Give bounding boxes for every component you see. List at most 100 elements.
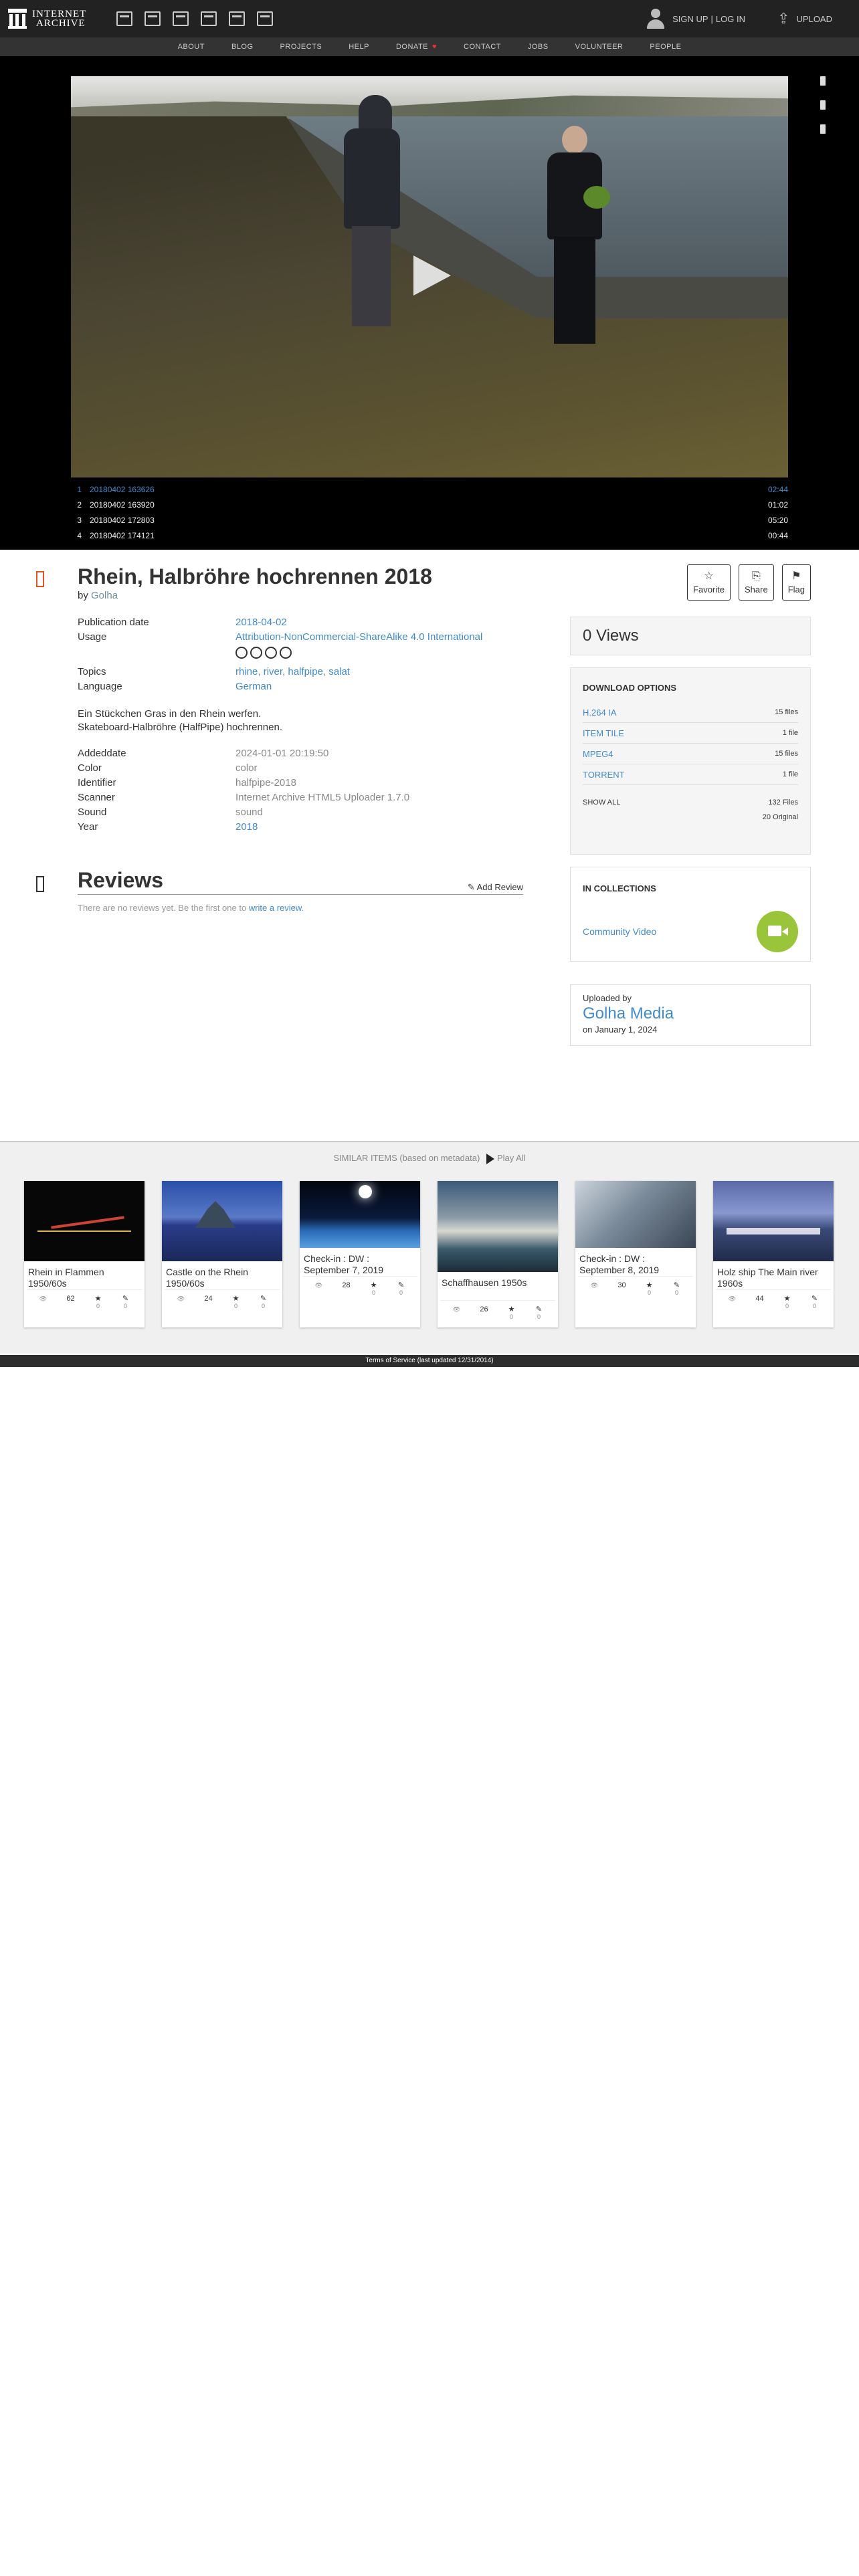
playlist-item[interactable]: 3 20180402 172803 05:20: [71, 512, 788, 528]
upload-icon: ⇪: [777, 10, 790, 27]
video-camera-icon[interactable]: [757, 911, 798, 952]
license-link[interactable]: Attribution-NonCommercial-ShareAlike 4.0…: [235, 631, 482, 643]
reviews-title: Reviews: [78, 868, 164, 892]
texts-icon[interactable]: [145, 11, 161, 26]
upload-menu[interactable]: ⇪ UPLOAD: [777, 0, 832, 37]
top-nav: INTERNET ARCHIVE SIGN UP | LOG IN ⇪ UPLOA…: [0, 0, 859, 37]
item-metadata: Publication date 2018-04-02 Usage Attribut…: [78, 615, 533, 835]
star-icon: ☆: [704, 570, 714, 582]
similar-item-card[interactable]: Check-in : DW : September 8, 2019 👁 30 ★ 0 ✎…: [575, 1181, 696, 1327]
similar-item-card[interactable]: Check-in : DW : September 7, 2019 👁 28 ★ 0 ✎…: [300, 1181, 420, 1327]
favorite-button[interactable]: ☆ Favorite: [687, 564, 731, 601]
reviews-section: Reviews ✎ Add Review There are no review…: [78, 868, 523, 913]
download-row[interactable]: H.264 IA 15 files: [583, 702, 798, 723]
eye-icon: 👁: [590, 1282, 599, 1289]
fullscreen-icon[interactable]: [820, 100, 826, 110]
eye-icon: 👁: [39, 1295, 47, 1302]
nav-projects[interactable]: PROJECTS: [280, 43, 322, 51]
topic-link[interactable]: rhine: [235, 666, 258, 677]
similar-item-card[interactable]: Holz ship The Main river 1960s 👁 44 ★ 0 ✎ 0: [713, 1181, 834, 1327]
eye-icon: 👁: [728, 1295, 737, 1302]
upload-link[interactable]: UPLOAD: [797, 14, 832, 24]
grass-tuft: [583, 186, 610, 209]
theatre-side-icons: [820, 76, 826, 134]
thumbnail[interactable]: [24, 1181, 145, 1261]
sa-icon: [280, 647, 292, 659]
nav-jobs[interactable]: JOBS: [528, 43, 549, 51]
thumbnail[interactable]: [300, 1181, 420, 1248]
reviews-empty: There are no reviews yet. Be the first o…: [78, 903, 304, 913]
cc-license-icons[interactable]: [235, 647, 292, 659]
playlist-item[interactable]: 2 20180402 163920 01:02: [71, 497, 788, 512]
eye-icon: 👁: [177, 1295, 185, 1302]
sub-nav: ABOUT BLOG PROJECTS HELP DONATE ♥ CONTACT…: [0, 37, 859, 56]
flag-icon: ⚑: [791, 570, 801, 582]
similar-item-card[interactable]: Schaffhausen 1950s 👁 26 ★ 0 ✎ 0: [438, 1181, 558, 1327]
views-count: 44: [755, 1295, 764, 1303]
play-icon[interactable]: [413, 255, 451, 296]
thumbnail[interactable]: [713, 1181, 834, 1261]
pubdate-link[interactable]: 2018-04-02: [235, 617, 287, 628]
person-left: [359, 95, 392, 132]
nav-volunteer[interactable]: VOLUNTEER: [575, 43, 624, 51]
nav-donate[interactable]: DONATE ♥: [396, 43, 437, 51]
show-all-button[interactable]: SHOW ALL: [583, 798, 620, 807]
audio-icon[interactable]: [201, 11, 217, 26]
software-icon[interactable]: [229, 11, 245, 26]
download-row[interactable]: TORRENT 1 file: [583, 764, 798, 785]
playlist-item[interactable]: 4 20180402 174121 00:44: [71, 528, 788, 543]
nav-about[interactable]: ABOUT: [178, 43, 205, 51]
person-left-body: [344, 128, 400, 229]
nav-people[interactable]: PEOPLE: [650, 43, 681, 51]
nav-help[interactable]: HELP: [349, 43, 369, 51]
video-player[interactable]: [71, 76, 788, 477]
views-count: 62: [66, 1295, 75, 1303]
nav-contact[interactable]: CONTACT: [464, 43, 501, 51]
collection-link[interactable]: Community Video: [583, 926, 656, 937]
playlist-item[interactable]: 1 20180402 163626 02:44: [71, 481, 788, 497]
download-row[interactable]: ITEM TILE 1 file: [583, 723, 798, 744]
play-all-link[interactable]: Play All: [497, 1153, 526, 1163]
signup-link[interactable]: SIGN UP: [672, 14, 708, 24]
item-title: Rhein, Halbröhre hochrennen 2018: [78, 564, 432, 588]
similar-item-card[interactable]: Castle on the Rhein 1950/60s 👁 24 ★ 0 ✎ 0: [162, 1181, 282, 1327]
thumbnail[interactable]: [162, 1181, 282, 1261]
video-icon[interactable]: [173, 11, 189, 26]
user-icon[interactable]: [646, 7, 666, 30]
item-actions: ☆ Favorite ⎘ Share ⚑ Flag: [687, 564, 811, 601]
web-icon[interactable]: [116, 11, 132, 26]
images-icon[interactable]: [257, 11, 273, 26]
uploader-link[interactable]: Golha Media: [583, 1004, 798, 1023]
views-count: 26: [480, 1305, 488, 1313]
add-review-button[interactable]: ✎ Add Review: [468, 882, 523, 893]
movies-icon: [36, 571, 44, 587]
original-files[interactable]: 20 Original: [583, 813, 798, 821]
login-link[interactable]: LOG IN: [716, 14, 745, 24]
person-right-head: [562, 126, 587, 154]
internet-archive-logo[interactable]: INTERNET ARCHIVE: [8, 9, 102, 29]
reviews-icon: [36, 876, 44, 892]
play-all-icon[interactable]: [486, 1153, 494, 1164]
download-row[interactable]: MPEG4 15 files: [583, 744, 798, 764]
thumbnail[interactable]: [575, 1181, 696, 1248]
footer-terms[interactable]: Terms of Service (last updated 12/31/201…: [0, 1355, 859, 1367]
topic-link[interactable]: halfpipe: [288, 666, 323, 677]
write-review-link[interactable]: write a review: [249, 903, 302, 913]
share-button[interactable]: ⎘ Share: [739, 564, 774, 601]
thumbnail[interactable]: [438, 1181, 558, 1272]
year-link[interactable]: 2018: [235, 821, 258, 833]
video-theatre: 1 20180402 163626 02:44 2 20180402 163920 01…: [0, 56, 859, 550]
flag-button[interactable]: ⚑ Flag: [781, 564, 811, 601]
language-link[interactable]: German: [235, 681, 272, 692]
views-count: 28: [342, 1281, 351, 1289]
topic-link[interactable]: salat: [328, 666, 350, 677]
playlist: 1 20180402 163626 02:44 2 20180402 163920 01…: [71, 481, 788, 543]
uploader-box: Uploaded by Golha Media on January 1, 20…: [570, 984, 811, 1046]
nav-blog[interactable]: BLOG: [231, 43, 254, 51]
topic-link[interactable]: river: [264, 666, 282, 677]
embed-icon[interactable]: [820, 76, 826, 86]
similar-item-card[interactable]: Rhein in Flammen 1950/60s 👁 62 ★ 0 ✎ 0: [24, 1181, 145, 1327]
info-icon[interactable]: [820, 124, 826, 134]
download-options: DOWNLOAD OPTIONS H.264 IA 15 files ITEM T…: [570, 667, 811, 855]
creator-link[interactable]: Golha: [91, 590, 118, 601]
